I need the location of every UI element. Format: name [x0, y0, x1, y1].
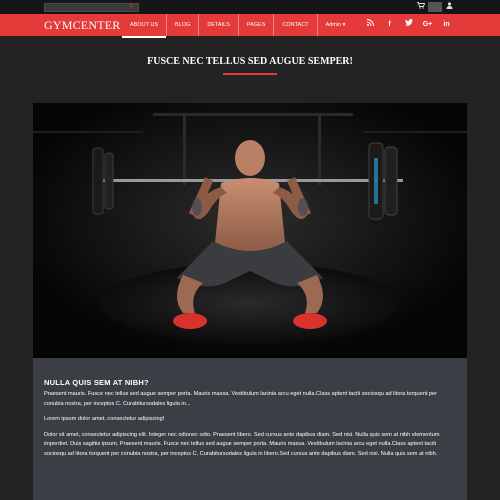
menu-item-contact[interactable]: CONTACT — [274, 14, 318, 36]
top-icons — [414, 2, 456, 12]
weightlifter-photo — [33, 103, 467, 358]
facebook-icon[interactable]: f — [380, 14, 399, 36]
menu-item-about-us[interactable]: ABOUT US — [122, 14, 168, 38]
title-underline — [223, 73, 277, 75]
page-title: FUSCE NEC TELLUS SED AUGUE SEMPER! — [147, 56, 353, 67]
brand-logo[interactable]: GYMCENTER — [44, 18, 120, 33]
menu-item-blog[interactable]: BLOG — [167, 14, 200, 36]
user-icon[interactable] — [442, 2, 456, 12]
search-input[interactable] — [45, 4, 127, 11]
search-icon[interactable]: ⚲ — [127, 4, 136, 11]
hero-image — [33, 103, 467, 358]
article-paragraph: Praesent mauris. Fusce nec tellus sed au… — [44, 391, 438, 407]
menu-item-details[interactable]: DETAILS — [199, 14, 239, 36]
linkedin-icon[interactable]: in — [437, 14, 456, 36]
search-box[interactable]: ⚲ — [44, 3, 139, 12]
article-paragraph: Dolor sit amet, consectetur adipiscing e… — [44, 431, 440, 457]
menu-item-pages[interactable]: PAGES — [239, 14, 275, 36]
article-heading: NULLA QUIS SEM AT NIBH? — [44, 378, 149, 387]
article-content: NULLA QUIS SEM AT NIBH? Praesent mauris.… — [33, 358, 467, 500]
social-links: f G+ in — [361, 14, 456, 36]
twitter-icon[interactable] — [399, 14, 418, 36]
main-navbar: GYMCENTER ABOUT US BLOG DETAILS PAGES CO… — [0, 14, 500, 38]
menu-item-admin[interactable]: Admin ▾ — [318, 14, 354, 36]
divider — [428, 2, 442, 12]
article-paragraph: Lorem ipsum dolor amet, consectetur adip… — [44, 416, 165, 422]
google-plus-icon[interactable]: G+ — [418, 14, 437, 36]
rss-icon[interactable] — [361, 14, 380, 36]
main-menu: ABOUT US BLOG DETAILS PAGES CONTACT Admi… — [122, 14, 354, 38]
top-utility-bar: ⚲ — [0, 0, 500, 14]
cart-icon[interactable] — [414, 2, 428, 12]
